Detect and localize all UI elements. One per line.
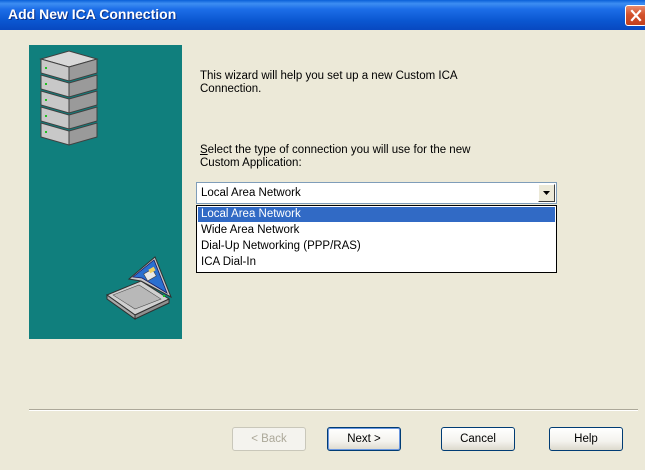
mnemonic-letter: S	[200, 144, 208, 156]
next-button[interactable]: Next >	[327, 427, 401, 451]
intro-line-2: Connection.	[200, 83, 262, 95]
title-bar[interactable]: Add New ICA Connection	[0, 0, 645, 30]
prompt-line-2: Custom Application:	[200, 157, 302, 169]
wizard-art-panel	[29, 45, 182, 339]
window-title: Add New ICA Connection	[8, 6, 177, 22]
combobox-dropdown-button[interactable]	[538, 184, 555, 202]
option-ica-dial-in[interactable]: ICA Dial-In	[198, 255, 555, 270]
cancel-button[interactable]: Cancel	[441, 427, 515, 451]
prompt-line-1: elect the type of connection you will us…	[207, 144, 471, 156]
wizard-window: Add New ICA Connection This wizard will …	[0, 0, 645, 470]
connection-type-combobox[interactable]: Local Area Network	[196, 182, 557, 204]
help-button[interactable]: Help	[549, 427, 623, 451]
intro-text: This wizard will help you set up a new C…	[200, 70, 560, 96]
server-stack-icon	[39, 50, 172, 320]
intro-line-1: This wizard will help you set up a new C…	[200, 70, 458, 82]
close-button[interactable]	[625, 5, 645, 26]
back-button[interactable]: < Back	[232, 427, 306, 451]
combobox-value: Local Area Network	[201, 187, 301, 199]
chevron-down-icon	[543, 191, 550, 195]
connection-type-dropdown-list[interactable]: Local Area Network Wide Area Network Dia…	[196, 205, 557, 273]
connection-type-label: Select the type of connection you will u…	[200, 144, 560, 170]
option-wide-area-network[interactable]: Wide Area Network	[198, 223, 555, 238]
option-dial-up-networking[interactable]: Dial-Up Networking (PPP/RAS)	[198, 239, 555, 254]
close-icon	[630, 9, 642, 22]
option-local-area-network[interactable]: Local Area Network	[198, 207, 555, 222]
laptop-icon	[105, 256, 172, 320]
button-separator	[29, 409, 638, 411]
